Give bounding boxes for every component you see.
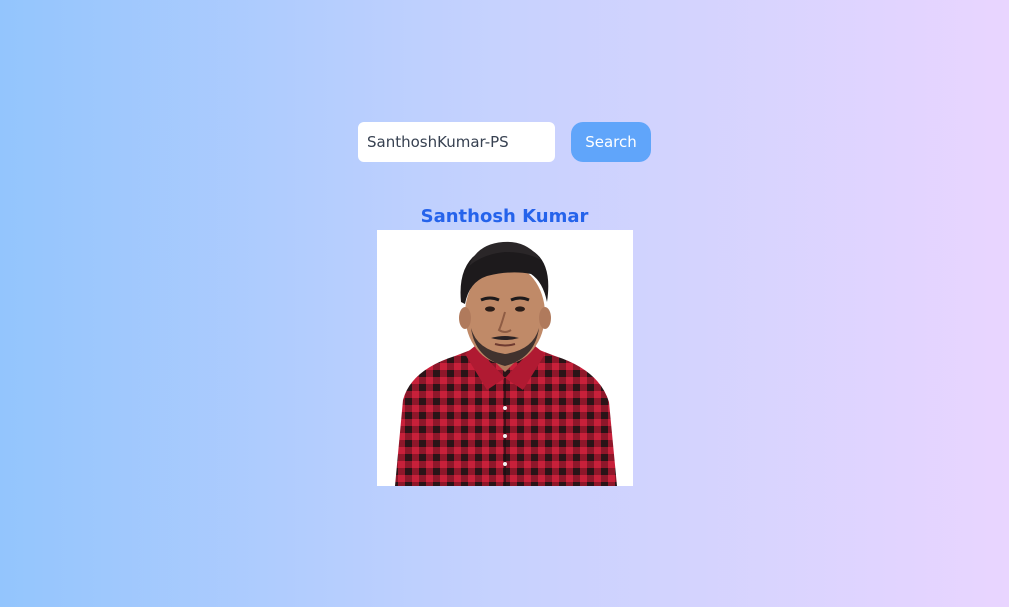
search-input[interactable]: [358, 122, 555, 162]
profile-photo: [376, 230, 633, 486]
profile-name: Santhosh Kumar: [420, 206, 589, 227]
search-bar: Search: [358, 122, 651, 162]
search-button[interactable]: Search: [571, 122, 651, 162]
profile-card: Santhosh Kumar: [0, 203, 1009, 486]
avatar: [376, 230, 633, 486]
